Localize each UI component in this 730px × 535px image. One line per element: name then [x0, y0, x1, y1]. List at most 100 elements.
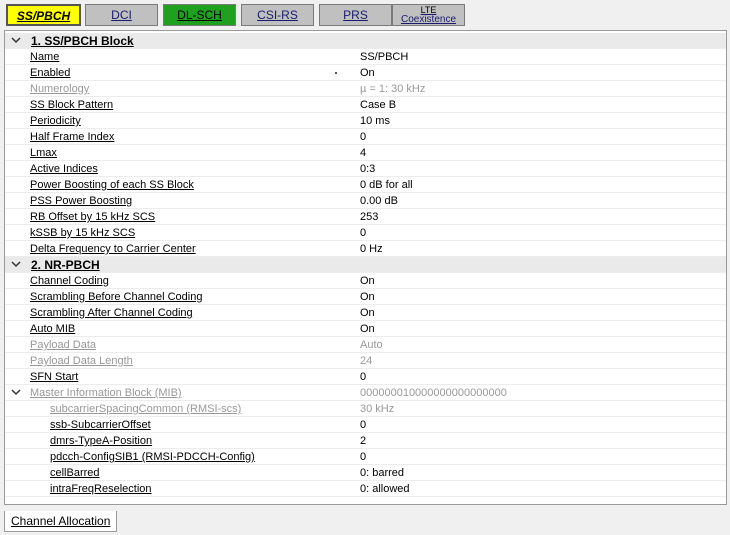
param-row-cell-barred[interactable]: cellBarred 0: barred: [5, 465, 726, 481]
param-value[interactable]: 0 dB for all: [360, 178, 413, 192]
tab-channel-allocation[interactable]: Channel Allocation: [4, 511, 118, 532]
param-value[interactable]: 0: [360, 418, 366, 432]
param-row-subcarrier-spacing-common: subcarrierSpacingCommon (RMSI-scs) 30 kHz: [5, 401, 726, 417]
param-row-channel-coding[interactable]: Channel Coding On: [5, 273, 726, 289]
param-value[interactable]: 0: [360, 226, 366, 240]
param-row-half-frame-index[interactable]: Half Frame Index 0: [5, 129, 726, 145]
bottom-tab-bar: Channel Allocation: [0, 510, 730, 535]
param-row-delta-frequency[interactable]: Delta Frequency to Carrier Center 0 Hz: [5, 241, 726, 257]
tab-dl-sch[interactable]: DL-SCH: [163, 4, 236, 26]
param-value[interactable]: On: [360, 306, 375, 320]
param-label: kSSB by 15 kHz SCS: [30, 227, 136, 239]
param-row-enabled[interactable]: Enabled On: [5, 65, 726, 81]
param-label: Scrambling After Channel Coding: [30, 307, 193, 319]
param-value[interactable]: 10 ms: [360, 114, 390, 128]
chevron-down-icon[interactable]: [11, 35, 21, 45]
chevron-down-icon[interactable]: [11, 387, 21, 397]
param-row-rb-offset[interactable]: RB Offset by 15 kHz SCS 253: [5, 209, 726, 225]
param-row-sfn-start[interactable]: SFN Start 0: [5, 369, 726, 385]
tab-label: PRS: [343, 8, 368, 22]
param-row-periodicity[interactable]: Periodicity 10 ms: [5, 113, 726, 129]
dot-marker: [335, 72, 337, 74]
param-value[interactable]: 0: [360, 130, 366, 144]
param-value[interactable]: 0: allowed: [360, 482, 410, 496]
param-value[interactable]: On: [360, 274, 375, 288]
param-value[interactable]: On: [360, 322, 375, 336]
section-title: 2. NR-PBCH: [31, 258, 100, 272]
tab-lte-coexistence[interactable]: LTE Coexistence: [392, 4, 465, 26]
param-row-scrambling-before[interactable]: Scrambling Before Channel Coding On: [5, 289, 726, 305]
section-header-nr-pbch[interactable]: 2. NR-PBCH: [5, 257, 726, 273]
param-label: Payload Data: [30, 339, 97, 351]
param-value[interactable]: SS/PBCH: [360, 50, 408, 64]
param-label: ssb-SubcarrierOffset: [50, 419, 151, 431]
param-value[interactable]: 0: barred: [360, 466, 404, 480]
param-row-scrambling-after[interactable]: Scrambling After Channel Coding On: [5, 305, 726, 321]
param-row-pss-power-boosting[interactable]: PSS Power Boosting 0.00 dB: [5, 193, 726, 209]
param-value: 000000010000000000000000: [360, 387, 507, 399]
param-row-numerology: Numerology µ = 1: 30 kHz: [5, 81, 726, 97]
param-value: Auto: [360, 339, 383, 351]
tab-dci[interactable]: DCI: [85, 4, 158, 26]
param-row-auto-mib[interactable]: Auto MIB On: [5, 321, 726, 337]
param-row-kssb[interactable]: kSSB by 15 kHz SCS 0: [5, 225, 726, 241]
param-row-payload-data: Payload Data Auto: [5, 337, 726, 353]
param-row-mib[interactable]: Master Information Block (MIB) 0000000100…: [5, 385, 726, 401]
tab-bar: SS/PBCH DCI DL-SCH CSI-RS PRS LTE Coexis…: [0, 0, 730, 30]
param-value[interactable]: 2: [360, 434, 366, 448]
param-value[interactable]: 4: [360, 146, 366, 160]
section-header-ss-pbch-block[interactable]: 1. SS/PBCH Block: [5, 33, 726, 49]
param-label: SFN Start: [30, 371, 79, 383]
param-label: Power Boosting of each SS Block: [30, 179, 194, 191]
param-label: Channel Coding: [30, 275, 109, 287]
param-label: Periodicity: [30, 115, 81, 127]
param-row-intra-freq-reselection[interactable]: intraFreqReselection 0: allowed: [5, 481, 726, 497]
param-label: Active Indices: [30, 163, 98, 175]
param-value[interactable]: Case B: [360, 98, 396, 112]
param-label: Name: [30, 51, 60, 63]
param-row-ss-block-pattern[interactable]: SS Block Pattern Case B: [5, 97, 726, 113]
tab-label: SS/PBCH: [16, 9, 71, 23]
param-label: Enabled: [30, 67, 71, 79]
param-row-name[interactable]: Name SS/PBCH: [5, 49, 726, 65]
param-value: 24: [360, 355, 373, 367]
param-label: PSS Power Boosting: [30, 195, 133, 207]
param-label: RB Offset by 15 kHz SCS: [30, 211, 156, 223]
param-row-lmax[interactable]: Lmax 4: [5, 145, 726, 161]
param-value: 30 kHz: [360, 403, 395, 415]
param-label: Numerology: [30, 83, 90, 95]
tab-label: CSI-RS: [257, 8, 298, 22]
tab-ss-pbch[interactable]: SS/PBCH: [6, 4, 81, 26]
parameter-panel: 1. SS/PBCH Block Name SS/PBCH Enabled On N…: [4, 30, 727, 505]
param-row-dmrs-typea-position[interactable]: dmrs-TypeA-Position 2: [5, 433, 726, 449]
param-label: Master Information Block (MIB): [30, 387, 182, 399]
param-label: cellBarred: [50, 467, 100, 479]
param-row-ssb-subcarrier-offset[interactable]: ssb-SubcarrierOffset 0: [5, 417, 726, 433]
param-label: SS Block Pattern: [30, 99, 114, 111]
section-title: 1. SS/PBCH Block: [31, 34, 134, 48]
param-value[interactable]: 0.00 dB: [360, 194, 398, 208]
param-label: Scrambling Before Channel Coding: [30, 291, 203, 303]
tab-label: DL-SCH: [177, 8, 222, 22]
param-value[interactable]: 0:3: [360, 162, 375, 176]
param-label: intraFreqReselection: [50, 483, 152, 495]
param-value[interactable]: 0: [360, 370, 366, 384]
param-label: Payload Data Length: [30, 355, 133, 367]
tab-prs[interactable]: PRS: [319, 4, 392, 26]
chevron-down-icon[interactable]: [11, 259, 21, 269]
param-label: Lmax: [30, 147, 57, 159]
param-value: µ = 1: 30 kHz: [360, 83, 426, 95]
param-label: pdcch-ConfigSIB1 (RMSI-PDCCH-Config): [50, 451, 255, 463]
param-value[interactable]: 0: [360, 450, 366, 464]
tab-csi-rs[interactable]: CSI-RS: [241, 4, 314, 26]
param-row-power-boosting[interactable]: Power Boosting of each SS Block 0 dB for …: [5, 177, 726, 193]
param-label: Half Frame Index: [30, 131, 115, 143]
param-row-active-indices[interactable]: Active Indices 0:3: [5, 161, 726, 177]
param-value[interactable]: On: [360, 66, 375, 80]
param-value[interactable]: On: [360, 290, 375, 304]
param-label: dmrs-TypeA-Position: [50, 435, 153, 447]
param-value[interactable]: 0 Hz: [360, 242, 383, 256]
param-label: Auto MIB: [30, 323, 76, 335]
param-value[interactable]: 253: [360, 210, 378, 224]
param-row-pdcch-config-sib1[interactable]: pdcch-ConfigSIB1 (RMSI-PDCCH-Config) 0: [5, 449, 726, 465]
